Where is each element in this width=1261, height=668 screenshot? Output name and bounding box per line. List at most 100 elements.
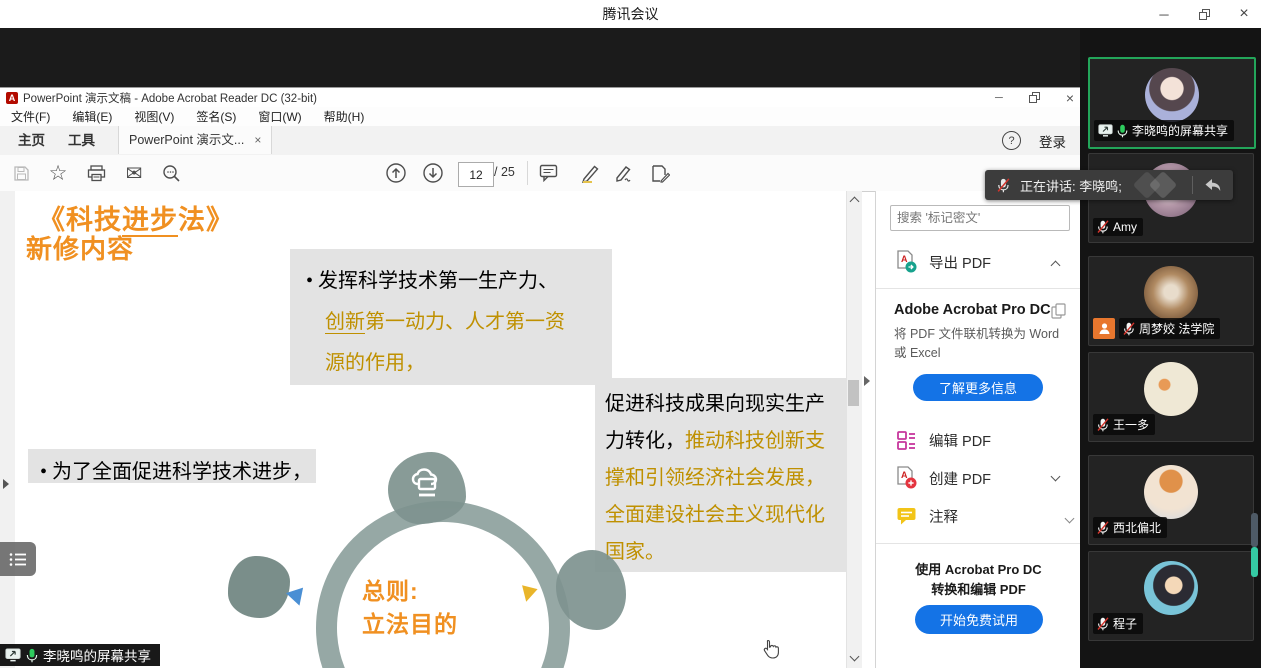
- restore-icon[interactable]: [1195, 5, 1213, 23]
- screen-share-icon: [1098, 124, 1113, 137]
- slide-textbox-2: 促进科技成果向现实生产 力转化，推动科技创新支 撑和引领经济社会发展， 全面建设…: [595, 378, 846, 572]
- learn-more-button[interactable]: 了解更多信息: [913, 374, 1043, 401]
- free-trial-button[interactable]: 开始免费试用: [915, 605, 1043, 634]
- meeting-titlebar: 腾讯会议 ─ ×: [0, 0, 1261, 29]
- export-pdf-item[interactable]: A 导出 PDF: [876, 247, 1081, 277]
- login-button[interactable]: 登录: [1039, 131, 1066, 151]
- mic-on-icon: [26, 648, 38, 663]
- expand-icon[interactable]: [1051, 472, 1061, 482]
- slide-title-line1: 《科技进步法》: [38, 205, 234, 235]
- create-pdf-item[interactable]: A 创建 PDF: [876, 463, 1081, 493]
- acrobat-window-controls: ─ ×: [995, 88, 1074, 107]
- tab-close-icon[interactable]: ×: [254, 126, 261, 154]
- comment-icon[interactable]: [533, 155, 563, 191]
- pdf-document: 《科技进步法》 新修内容 • 发挥科学技术第一生产力、 创新第一动力、人才第一资…: [15, 191, 846, 668]
- acrobat-restore-icon[interactable]: [1029, 92, 1040, 103]
- trial-promo-line1: 使用 Acrobat Pro DC: [876, 559, 1081, 578]
- right-panel-toggle-icon[interactable]: [864, 376, 870, 386]
- participant-chip: 西北偏北: [1093, 517, 1167, 538]
- participants-scrollbar-track[interactable]: [1251, 513, 1258, 547]
- menu-help[interactable]: 帮助(H): [313, 108, 376, 125]
- speaking-toast-text: 正在讲话: 李晓鸣;: [1020, 176, 1122, 195]
- textbox2-line5: 国家。: [605, 534, 846, 571]
- search-input[interactable]: [890, 205, 1070, 231]
- tabbar-right: ? 登录: [1002, 126, 1066, 155]
- star-icon[interactable]: ☆: [43, 155, 73, 191]
- page-up-icon[interactable]: [381, 155, 411, 191]
- ring-graphic: [316, 501, 570, 668]
- tab-document[interactable]: PowerPoint 演示文... ×: [118, 126, 272, 154]
- left-panel-toggle-icon[interactable]: [3, 479, 9, 489]
- tab-home[interactable]: 主页: [8, 126, 55, 155]
- participant-tile[interactable]: 周梦姣 法学院: [1088, 256, 1254, 346]
- comment-item[interactable]: 注释: [876, 501, 1081, 531]
- acrobat-pro-title: Adobe Acrobat Pro DC: [894, 302, 1051, 318]
- mic-muted-icon: [1097, 521, 1109, 535]
- comment-tool-icon: [896, 506, 917, 526]
- acrobat-window: A PowerPoint 演示文稿 - Adobe Acrobat Reader…: [0, 88, 1080, 668]
- email-icon[interactable]: ✉: [119, 155, 149, 191]
- document-scrollbar[interactable]: [846, 191, 862, 668]
- textbox2-line3: 撑和引领经济社会发展，: [605, 460, 846, 497]
- highlight-icon[interactable]: [575, 155, 605, 191]
- participants-scrollbar-thumb[interactable]: [1251, 547, 1258, 577]
- save-icon[interactable]: [6, 155, 36, 191]
- collapse-icon[interactable]: [1051, 261, 1061, 271]
- avatar: [1144, 266, 1198, 320]
- participant-chip: 王一多: [1093, 414, 1155, 435]
- screen-share-region: A PowerPoint 演示文稿 - Adobe Acrobat Reader…: [0, 28, 1080, 668]
- fill-sign-icon[interactable]: [609, 155, 639, 191]
- participant-chip: 周梦姣 法学院: [1119, 318, 1220, 339]
- acrobat-pro-desc: 将 PDF 文件联机转换为 Word 或 Excel: [894, 325, 1066, 364]
- share-banner-text: 李晓鸣的屏幕共享: [43, 645, 151, 665]
- scroll-up-icon[interactable]: [850, 197, 860, 207]
- participant-name: 西北偏北: [1113, 519, 1161, 536]
- export-pdf-icon: A: [896, 250, 917, 274]
- acrobat-menubar: 文件(F) 编辑(E) 视图(V) 签名(S) 窗口(W) 帮助(H): [0, 107, 1080, 127]
- send-for-signature-icon[interactable]: [645, 155, 675, 191]
- ring-top-blob: [388, 452, 466, 524]
- mic-on-icon: [1117, 124, 1128, 138]
- avatar: [1144, 465, 1198, 519]
- trial-promo-line2: 转换和编辑 PDF: [876, 579, 1081, 598]
- scroll-down-icon[interactable]: [850, 652, 860, 662]
- tab-document-label: PowerPoint 演示文...: [129, 126, 244, 154]
- close-icon[interactable]: ×: [1235, 5, 1253, 23]
- tab-tools[interactable]: 工具: [58, 126, 105, 155]
- edit-pdf-icon: [896, 430, 917, 451]
- bullet-icon: •: [40, 461, 47, 483]
- participant-name: 程子: [1113, 615, 1137, 632]
- participant-tile[interactable]: 李晓鸣的屏幕共享: [1088, 57, 1256, 149]
- textbox2-line4: 全面建设社会主义现代化: [605, 497, 846, 534]
- participant-chip: 李晓鸣的屏幕共享: [1094, 120, 1234, 141]
- help-icon[interactable]: ?: [1002, 131, 1021, 150]
- scrollbar-thumb[interactable]: [848, 380, 859, 406]
- mic-muted-icon: [1097, 617, 1109, 631]
- slide-title-line2: 新修内容: [26, 235, 134, 264]
- menu-file[interactable]: 文件(F): [0, 108, 61, 125]
- page-number-input[interactable]: [458, 162, 494, 187]
- edit-pdf-item[interactable]: 编辑 PDF: [876, 425, 1081, 455]
- menu-window[interactable]: 窗口(W): [247, 108, 312, 125]
- annotation-list-button[interactable]: [0, 542, 36, 576]
- participant-tile[interactable]: 王一多: [1088, 352, 1254, 442]
- create-pdf-label: 创建 PDF: [929, 468, 991, 489]
- textbox1-line2: 第一动力、人才第一资: [365, 311, 565, 333]
- participant-tile[interactable]: 西北偏北: [1088, 455, 1254, 545]
- menu-view[interactable]: 视图(V): [123, 108, 185, 125]
- acrobat-close-icon[interactable]: ×: [1066, 90, 1074, 106]
- reply-arrow-icon[interactable]: [1204, 178, 1221, 193]
- acrobat-minimize-icon[interactable]: ─: [995, 92, 1003, 104]
- host-badge: [1093, 318, 1115, 339]
- participant-tile[interactable]: 程子: [1088, 551, 1254, 641]
- hand-cursor: [762, 639, 779, 659]
- participant-name: 王一多: [1113, 416, 1149, 433]
- page-down-icon[interactable]: [418, 155, 448, 191]
- search-zoom-icon[interactable]: [156, 155, 186, 191]
- avatar: [1144, 561, 1198, 615]
- menu-edit[interactable]: 编辑(E): [61, 108, 123, 125]
- menu-sign[interactable]: 签名(S): [185, 108, 247, 125]
- list-icon: [9, 552, 27, 567]
- print-icon[interactable]: [81, 155, 111, 191]
- minimize-icon[interactable]: ─: [1155, 5, 1173, 23]
